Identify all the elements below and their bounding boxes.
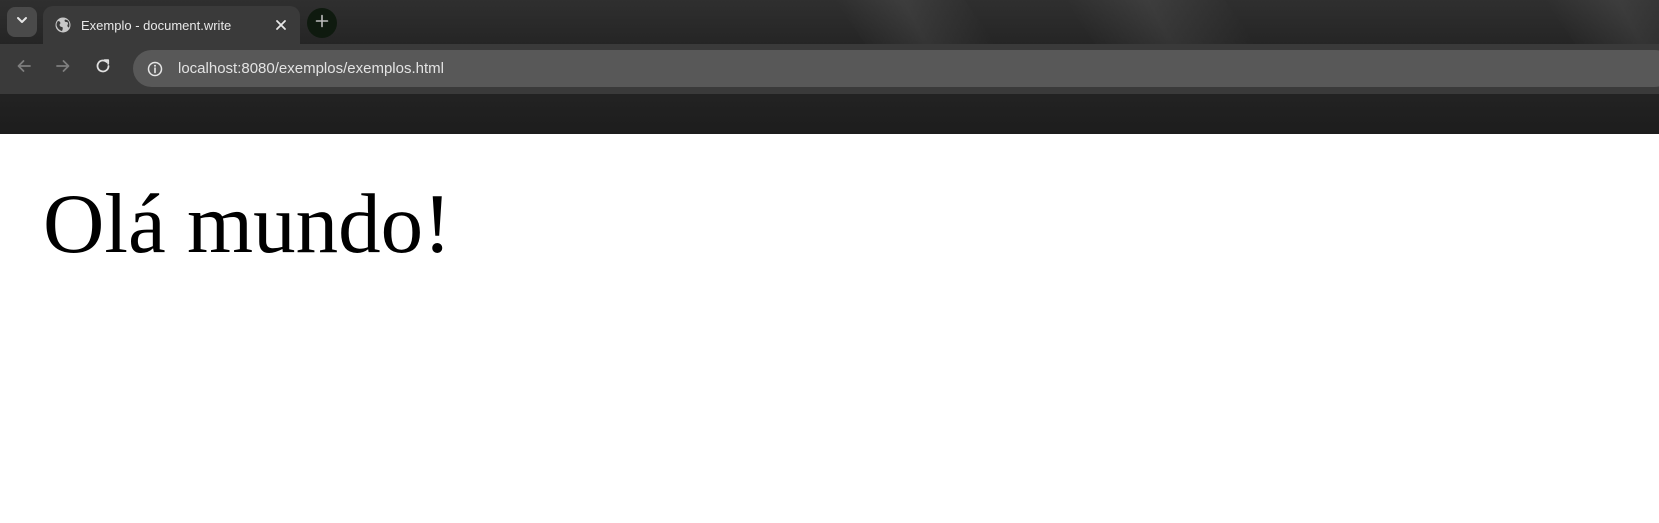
tab-strip-decoration <box>834 0 996 44</box>
forward-button[interactable] <box>46 51 80 85</box>
tab-search-button[interactable] <box>7 7 37 37</box>
close-icon[interactable] <box>270 14 292 36</box>
info-icon[interactable] <box>143 57 167 81</box>
tab-strip-decoration <box>1064 0 1256 44</box>
tab-title: Exemplo - document.write <box>81 17 232 33</box>
url-text[interactable]: localhost:8080/exemplos/exemplos.html <box>178 60 444 77</box>
plus-icon <box>315 14 329 33</box>
reload-icon <box>94 57 112 80</box>
page-heading: Olá mundo! <box>43 177 452 271</box>
browser-toolbar: localhost:8080/exemplos/exemplos.html <box>0 44 1659 94</box>
active-tab[interactable]: Exemplo - document.write <box>43 6 300 44</box>
browser-chrome: Exemplo - document.write localhost:8080/… <box>0 0 1659 134</box>
arrow-left-icon <box>15 57 33 80</box>
new-tab-button[interactable] <box>307 8 337 38</box>
address-bar[interactable]: localhost:8080/exemplos/exemplos.html <box>133 50 1659 87</box>
page-content: Olá mundo! <box>0 134 1659 523</box>
arrow-right-icon <box>54 57 72 80</box>
back-button[interactable] <box>7 51 41 85</box>
globe-icon <box>54 17 71 34</box>
chevron-down-icon <box>15 13 29 32</box>
tab-strip-decoration <box>1544 0 1659 44</box>
reload-button[interactable] <box>86 51 120 85</box>
